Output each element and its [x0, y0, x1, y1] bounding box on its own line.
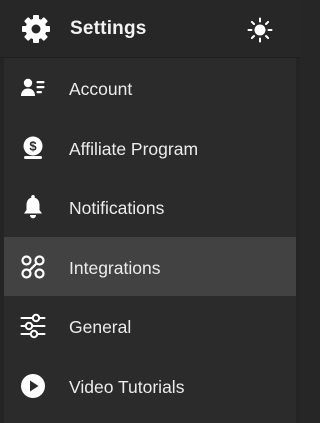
svg-text:$: $ — [29, 138, 37, 153]
account-card-icon — [20, 75, 46, 101]
gear-icon — [20, 13, 52, 45]
menu-item-label: Notifications — [69, 198, 165, 218]
menu-item-label: General — [69, 317, 132, 337]
menu-item-label: Account — [69, 79, 133, 99]
integrations-icon — [20, 254, 46, 280]
menu-item-label: Affiliate Program — [69, 138, 199, 159]
page-title: Settings — [70, 18, 147, 39]
menu-item-label: Video Tutorials — [69, 376, 185, 397]
menu-item-integrations[interactable]: Integrations — [4, 236, 296, 296]
menu-item-affiliate-program[interactable]: $ Affiliate Program — [4, 118, 296, 178]
settings-header: Settings — [0, 0, 300, 58]
menu-item-video-tutorials[interactable]: Video Tutorials — [4, 356, 296, 416]
settings-menu: Account $ Affiliate Program Notification… — [0, 58, 300, 415]
dollar-badge-icon: $ — [20, 135, 46, 161]
menu-item-label: Integrations — [69, 257, 161, 278]
sun-icon[interactable] — [247, 17, 273, 43]
bell-icon — [20, 194, 46, 220]
menu-item-notifications[interactable]: Notifications — [4, 177, 296, 237]
sliders-icon — [20, 313, 46, 339]
settings-panel: Settings Account $ Affiliate Program Not… — [0, 0, 300, 423]
play-circle-icon — [20, 373, 46, 399]
menu-item-account[interactable]: Account — [4, 58, 296, 118]
menu-item-general[interactable]: General — [4, 296, 296, 356]
